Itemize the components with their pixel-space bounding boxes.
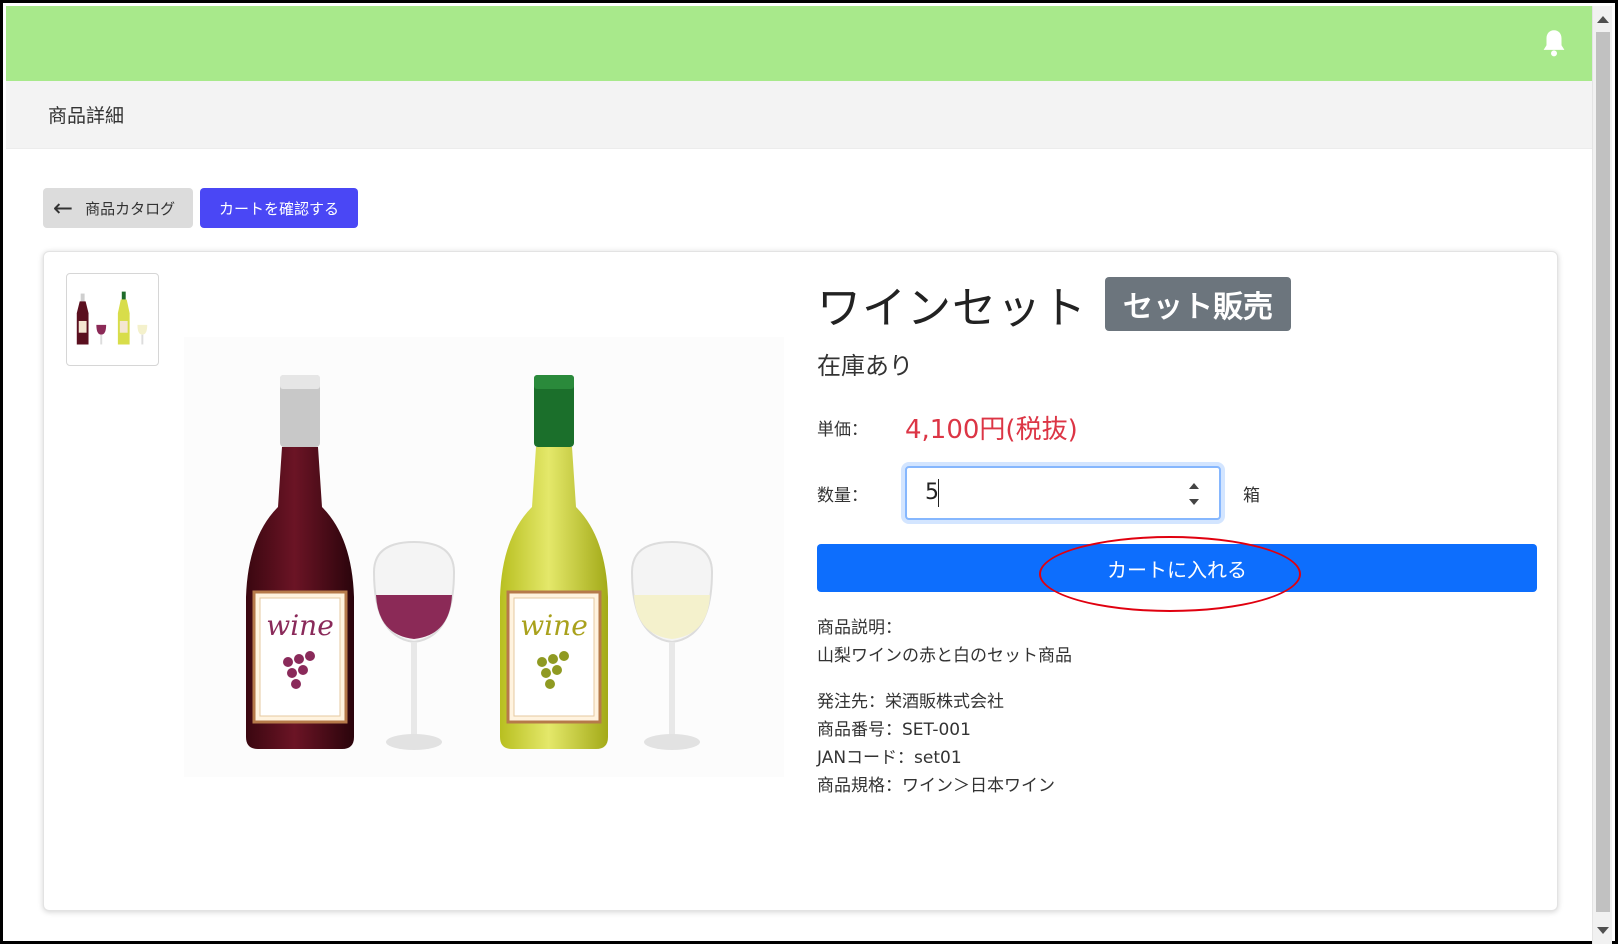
page-title: 商品詳細 (48, 105, 125, 127)
bell-icon[interactable] (1540, 28, 1568, 58)
add-to-cart-button[interactable]: カートに入れる (817, 536, 1537, 612)
thumbnail-image (76, 291, 148, 345)
quantity-label: 数量： (817, 485, 868, 506)
back-to-catalog-button[interactable]: ← 商品カタログ (43, 188, 193, 228)
scroll-up-arrow-icon[interactable] (1597, 16, 1609, 23)
scroll-down-arrow-icon[interactable] (1597, 927, 1609, 934)
supplier: 発注先：栄酒販株式会社 (817, 692, 1004, 712)
set-sale-badge: セット販売 (1105, 277, 1291, 331)
product-number: 商品番号：SET-001 (817, 720, 971, 740)
white-wine-label-text: wine (520, 609, 588, 642)
view-cart-button[interactable]: カートを確認する (200, 188, 358, 228)
page-header: 商品詳細 (6, 81, 1596, 149)
quantity-unit: 箱 (1243, 485, 1260, 506)
description-label: 商品説明： (817, 618, 902, 638)
price-label: 単価： (817, 420, 868, 440)
product-meta: 発注先：栄酒販株式会社 商品番号：SET-001 JANコード：set01 商品… (817, 688, 1542, 800)
top-nav-bar (6, 6, 1596, 81)
product-spec: 商品規格：ワイン＞日本ワイン (817, 776, 1055, 796)
stock-status: 在庫あり (817, 352, 913, 380)
product-description: 商品説明： 山梨ワインの赤と白のセット商品 (817, 614, 1542, 670)
red-wine-label-text: wine (266, 609, 334, 642)
product-thumbnail[interactable] (66, 273, 159, 366)
back-button-label: 商品カタログ (85, 199, 176, 218)
stepper-down-icon[interactable] (1189, 499, 1199, 505)
highlight-ellipse (1039, 536, 1301, 612)
price-row: 単価： 4,100円(税抜) (817, 409, 1542, 446)
text-caret (938, 479, 939, 507)
quantity-stepper[interactable] (1187, 480, 1203, 508)
vertical-scrollbar[interactable] (1592, 6, 1612, 944)
quantity-row: 数量： 5 箱 (817, 466, 1542, 520)
product-card: wine wine ワインセット セット販売 在庫あり 単価： 4,100円(税… (43, 251, 1558, 911)
unit-price: 4,100円(税抜) (905, 415, 1078, 445)
quantity-input[interactable]: 5 (905, 466, 1221, 520)
arrow-left-icon: ← (53, 194, 74, 222)
description-text: 山梨ワインの赤と白のセット商品 (817, 646, 1072, 666)
title-row: ワインセット セット販売 (817, 272, 1542, 336)
browser-frame: 商品詳細 ← 商品カタログ カートを確認する wine wine ワインセット … (0, 0, 1618, 944)
product-info: ワインセット セット販売 在庫あり 単価： 4,100円(税抜) 数量： 5 箱… (817, 272, 1542, 800)
stepper-up-icon[interactable] (1189, 483, 1199, 489)
quantity-value: 5 (925, 480, 939, 505)
product-title: ワインセット (817, 283, 1087, 334)
scroll-thumb[interactable] (1596, 32, 1610, 912)
product-main-image: wine wine (184, 337, 784, 777)
jan-code: JANコード：set01 (817, 748, 962, 768)
